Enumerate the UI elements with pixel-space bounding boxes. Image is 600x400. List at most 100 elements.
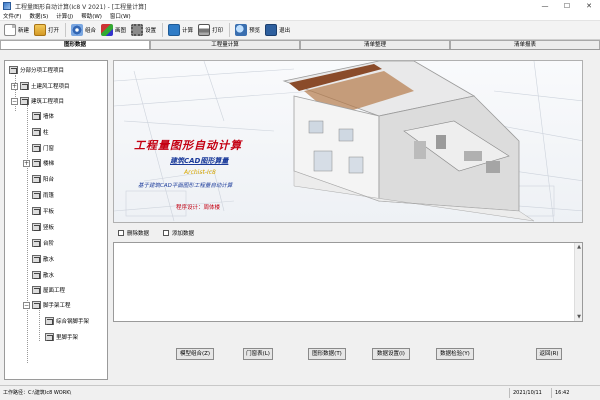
- data-settings-button[interactable]: 数据设置(I): [372, 348, 410, 360]
- close-button[interactable]: ✕: [578, 0, 600, 12]
- menu-file[interactable]: 文件(F): [3, 12, 21, 20]
- tree-item-label: 墙体: [43, 112, 54, 120]
- component-icon: [32, 159, 41, 167]
- tree-item-label: 雨篷: [43, 191, 54, 199]
- project-tree[interactable]: 分部分项工程项目 + 土建风工程项目 − 建筑工程项目 墙体 柱 门窗 + 楼梯…: [4, 60, 108, 380]
- tree-root[interactable]: 分部分项工程项目: [9, 65, 64, 75]
- open-button[interactable]: 打开: [32, 22, 61, 39]
- checkbox-box[interactable]: [118, 230, 124, 236]
- draw-button[interactable]: 画图: [99, 22, 128, 39]
- minimize-button[interactable]: —: [534, 0, 556, 12]
- settings-button[interactable]: 设置: [129, 22, 158, 39]
- tree-item-label: 散水: [43, 271, 54, 279]
- component-icon: [20, 97, 29, 105]
- add-data-checkbox[interactable]: 添加数据: [163, 229, 194, 237]
- tab-strip: 图形数据 工程量计算 清单整理 清单报表: [0, 40, 600, 50]
- delete-data-checkbox[interactable]: 删除数据: [118, 229, 149, 237]
- print-label: 打印: [212, 26, 223, 34]
- draw-label: 画图: [115, 26, 126, 34]
- component-icon: [32, 207, 41, 215]
- expand-plus-icon[interactable]: +: [11, 83, 18, 90]
- settings-label: 设置: [145, 26, 156, 34]
- menu-help[interactable]: 帮助(W): [81, 12, 102, 20]
- component-icon: [32, 112, 41, 120]
- tree-item[interactable]: 里脚手架: [45, 332, 78, 342]
- checkbox-label: 删除数据: [127, 229, 149, 237]
- tab-bill-report[interactable]: 清单报表: [450, 40, 600, 49]
- banner-tagline: 基于建筑CAD平面图形工程量自动计算: [138, 181, 232, 189]
- tree-item-label: 柱: [43, 128, 49, 136]
- tree-item-label: 楼梯: [43, 159, 54, 167]
- tree-item[interactable]: 墙体: [32, 111, 54, 121]
- tree-item-label: 建筑工程项目: [31, 97, 64, 105]
- banner-author: 程序设计：周体楼: [176, 203, 220, 211]
- open-label: 打开: [48, 26, 59, 34]
- tree-item[interactable]: 散水: [32, 270, 54, 280]
- tree-item-label: 里脚手架: [56, 333, 78, 341]
- component-icon: [32, 239, 41, 247]
- preview-label: 预览: [249, 26, 260, 34]
- tree-item-label: 阳台: [43, 175, 54, 183]
- exit-label: 退出: [279, 26, 290, 34]
- output-text-area[interactable]: ▲ ▼: [113, 242, 583, 322]
- tab-bill-organize[interactable]: 清单整理: [300, 40, 450, 49]
- scroll-down-arrow-icon[interactable]: ▼: [576, 314, 582, 320]
- tree-item-label: 门窗: [43, 144, 54, 152]
- preview-button[interactable]: 预览: [233, 22, 262, 39]
- maximize-button[interactable]: ☐: [556, 0, 578, 12]
- scroll-up-arrow-icon[interactable]: ▲: [576, 244, 582, 250]
- tab-graphic-data[interactable]: 图形数据: [0, 40, 150, 49]
- tree-item[interactable]: 柱: [32, 127, 49, 137]
- magnifier-icon: [235, 24, 247, 36]
- tab-quantity-calc[interactable]: 工程量计算: [150, 40, 300, 49]
- banner-company: Archist-Ic8: [184, 169, 216, 176]
- menu-data[interactable]: 数据(S): [29, 12, 48, 20]
- tree-item[interactable]: 散水: [32, 254, 54, 264]
- menu-calc[interactable]: 计算(J): [56, 12, 73, 20]
- combine-icon: [71, 24, 83, 36]
- component-icon: [32, 175, 41, 183]
- tree-item[interactable]: 综合钢脚手架: [45, 316, 89, 326]
- toolbar-separator: [162, 23, 163, 37]
- tree-item[interactable]: 平板: [32, 206, 54, 216]
- banner-title: 工程量图形自动计算: [134, 137, 242, 153]
- graphic-data-button[interactable]: 图形数据(T): [308, 348, 346, 360]
- title-bar: 工程量图形自动计算(Ic8 V 2021) - [工程量计算] — ☐ ✕: [0, 0, 600, 12]
- tree-item[interactable]: 竖板: [32, 222, 54, 232]
- tree-item[interactable]: + 楼梯: [23, 158, 54, 168]
- door-window-table-button[interactable]: 门窗表(L): [243, 348, 273, 360]
- app-icon: [3, 2, 11, 10]
- collapse-minus-icon[interactable]: −: [11, 98, 18, 105]
- banner-subtitle: 建筑CAD图形算量: [170, 156, 228, 166]
- tree-item-label: 台阶: [43, 239, 54, 247]
- combine-button[interactable]: 组合: [69, 22, 98, 39]
- tree-item[interactable]: 阳台: [32, 174, 54, 184]
- tree-item[interactable]: − 脚手架工程: [23, 300, 71, 310]
- status-bar: 工作路径：C:\建筑Ic8 WORK\ 2021/10/11 16:42: [0, 385, 600, 400]
- calc-button[interactable]: 计算: [166, 22, 195, 39]
- new-button[interactable]: 新建: [2, 22, 31, 39]
- expand-plus-icon[interactable]: +: [23, 160, 30, 167]
- folder-open-icon: [34, 24, 46, 36]
- options-row: 删除数据 添加数据: [118, 229, 208, 237]
- checkbox-box[interactable]: [163, 230, 169, 236]
- tree-connector: [39, 305, 40, 341]
- back-button[interactable]: 返回(R): [536, 348, 562, 360]
- collapse-minus-icon[interactable]: −: [23, 302, 30, 309]
- data-check-button[interactable]: 数据检验(Y): [436, 348, 474, 360]
- model-combine-button[interactable]: 模型组合(Z): [176, 348, 214, 360]
- tree-item[interactable]: 雨篷: [32, 190, 54, 200]
- tree-item[interactable]: + 土建风工程项目: [11, 81, 70, 91]
- exit-button[interactable]: 退出: [263, 22, 292, 39]
- tree-item[interactable]: − 建筑工程项目: [11, 96, 64, 106]
- tree-item[interactable]: 台阶: [32, 238, 54, 248]
- status-date: 2021/10/11: [510, 388, 552, 398]
- print-button[interactable]: 打印: [196, 22, 225, 39]
- vertical-scrollbar[interactable]: ▲ ▼: [574, 243, 582, 321]
- tree-item-label: 脚手架工程: [43, 301, 71, 309]
- tree-item[interactable]: 门窗: [32, 143, 54, 153]
- menu-window[interactable]: 窗口(W): [110, 12, 131, 20]
- status-time: 16:42: [552, 388, 600, 398]
- component-icon: [32, 144, 41, 152]
- tree-item[interactable]: 屋面工程: [32, 285, 65, 295]
